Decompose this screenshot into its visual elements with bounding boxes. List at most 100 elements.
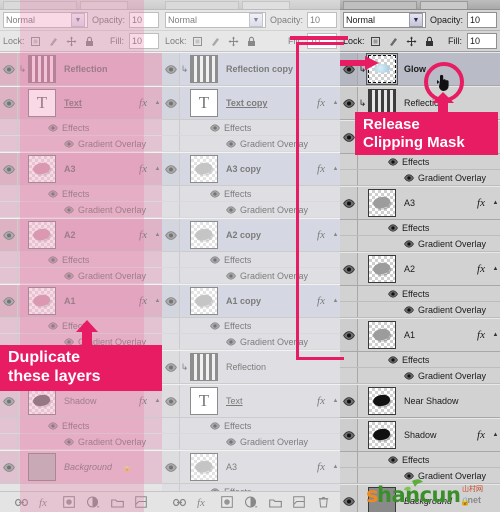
layer-effects-fx-icon[interactable]: fx: [311, 229, 331, 241]
layer-row[interactable]: ↳ Reflection: [0, 52, 162, 86]
layer-visibility-eye-icon[interactable]: [162, 53, 180, 85]
lock-transparency-icon[interactable]: [30, 35, 42, 47]
add-layer-mask-icon[interactable]: [63, 496, 76, 509]
layer-effect-row[interactable]: Gradient Overlay: [0, 136, 162, 152]
layer-row[interactable]: T Text copy fx ▲: [162, 86, 340, 120]
layer-row[interactable]: A3 fx ▲: [340, 186, 500, 220]
layer-effects-group-row[interactable]: Effects: [162, 318, 340, 334]
expand-effects-chevron-icon[interactable]: ▲: [153, 232, 162, 238]
effect-visibility-eye-icon[interactable]: [224, 205, 237, 214]
layer-list-before[interactable]: ↳ Reflection T Text fx ▲ Effects Gradient Overl…: [0, 52, 162, 491]
layer-name[interactable]: A1 copy: [218, 296, 311, 306]
layer-effects-group-row[interactable]: Effects: [340, 286, 500, 302]
effect-visibility-eye-icon[interactable]: [224, 437, 237, 446]
blend-mode-select[interactable]: Normal ▼: [165, 12, 266, 28]
opacity-input[interactable]: 10: [467, 12, 497, 28]
layer-effects-group-row[interactable]: Effects: [0, 120, 162, 136]
expand-effects-chevron-icon[interactable]: ▲: [491, 266, 500, 272]
layer-visibility-eye-icon[interactable]: [340, 485, 358, 512]
layer-name[interactable]: Near Shadow: [396, 396, 471, 406]
new-layer-icon[interactable]: [293, 496, 306, 509]
layer-visibility-eye-icon[interactable]: [162, 451, 180, 483]
layer-name[interactable]: Background: [56, 462, 121, 472]
layer-effects-group-row[interactable]: Effects: [340, 220, 500, 236]
layer-row[interactable]: A2 fx ▲: [0, 218, 162, 252]
layer-effect-row[interactable]: Gradient Overlay: [0, 202, 162, 218]
layer-effects-fx-icon[interactable]: fx: [471, 263, 491, 275]
lock-image-icon[interactable]: [388, 35, 400, 47]
layer-thumbnail[interactable]: [28, 387, 56, 415]
lock-image-icon[interactable]: [210, 35, 222, 47]
layer-visibility-eye-icon[interactable]: [0, 153, 18, 185]
add-layer-mask-icon[interactable]: [221, 496, 234, 509]
effects-visibility-eye-icon[interactable]: [46, 321, 59, 330]
layer-thumbnail[interactable]: T: [190, 387, 218, 415]
layer-thumbnail[interactable]: [190, 287, 218, 315]
layer-thumbnail[interactable]: [28, 55, 56, 83]
layer-visibility-eye-icon[interactable]: [340, 187, 358, 219]
layer-row[interactable]: A3 fx ▲: [162, 450, 340, 484]
layer-effects-fx-icon[interactable]: fx: [133, 97, 153, 109]
expand-effects-chevron-icon[interactable]: ▲: [153, 100, 162, 106]
chevron-down-icon[interactable]: ▼: [408, 13, 423, 27]
tab-chip-channels[interactable]: [242, 1, 290, 9]
effect-visibility-eye-icon[interactable]: [224, 337, 237, 346]
tab-chip-channels[interactable]: [80, 1, 128, 9]
effects-visibility-eye-icon[interactable]: [46, 255, 59, 264]
layer-thumbnail[interactable]: [368, 255, 396, 283]
layer-name[interactable]: A1: [56, 296, 133, 306]
expand-effects-chevron-icon[interactable]: ▲: [331, 166, 340, 172]
layer-effects-group-row[interactable]: Effects: [162, 484, 340, 491]
layer-name[interactable]: A2: [396, 264, 471, 274]
layer-name[interactable]: A3 copy: [218, 164, 311, 174]
expand-effects-chevron-icon[interactable]: ▲: [491, 432, 500, 438]
chevron-down-icon[interactable]: ▼: [248, 13, 263, 27]
layer-visibility-eye-icon[interactable]: [340, 53, 358, 85]
layer-effect-row[interactable]: Gradient Overlay: [162, 434, 340, 450]
effects-visibility-eye-icon[interactable]: [208, 189, 221, 198]
effect-visibility-eye-icon[interactable]: [402, 239, 415, 248]
layer-effect-row[interactable]: Gradient Overlay: [340, 302, 500, 318]
lock-all-icon[interactable]: [246, 35, 258, 47]
layer-name[interactable]: Reflection: [218, 362, 311, 372]
fill-input[interactable]: 10: [129, 33, 159, 49]
layer-name[interactable]: Reflection: [396, 98, 471, 108]
layer-effects-group-row[interactable]: Effects: [0, 252, 162, 268]
layer-effects-group-row[interactable]: Effects: [162, 252, 340, 268]
layer-name[interactable]: A2 copy: [218, 230, 311, 240]
lock-position-icon[interactable]: [406, 35, 418, 47]
layer-name[interactable]: A3: [56, 164, 133, 174]
effects-visibility-eye-icon[interactable]: [386, 355, 399, 364]
layer-effects-group-row[interactable]: Effects: [162, 418, 340, 434]
expand-effects-chevron-icon[interactable]: ▲: [491, 332, 500, 338]
layer-effects-fx-icon[interactable]: fx: [133, 229, 153, 241]
layer-row[interactable]: Near Shadow: [340, 384, 500, 418]
layer-name[interactable]: Shadow: [396, 430, 471, 440]
effects-visibility-eye-icon[interactable]: [386, 289, 399, 298]
layer-name[interactable]: Text: [218, 396, 311, 406]
layer-effects-fx-icon[interactable]: fx: [311, 295, 331, 307]
effects-visibility-eye-icon[interactable]: [208, 123, 221, 132]
layer-thumbnail[interactable]: [28, 221, 56, 249]
layer-list-duplicated[interactable]: ↳ Reflection copy T Text copy fx ▲ Effects Grad…: [162, 52, 340, 491]
new-group-icon[interactable]: [110, 496, 124, 509]
effect-visibility-eye-icon[interactable]: [224, 139, 237, 148]
layer-visibility-eye-icon[interactable]: [162, 385, 180, 417]
layer-effects-group-row[interactable]: Effects: [340, 154, 500, 170]
layer-effect-row[interactable]: Gradient Overlay: [0, 268, 162, 284]
layer-visibility-eye-icon[interactable]: [0, 87, 18, 119]
effects-visibility-eye-icon[interactable]: [208, 487, 221, 491]
layer-visibility-eye-icon[interactable]: [0, 285, 18, 317]
layer-effects-fx-icon[interactable]: fx: [471, 429, 491, 441]
layer-style-fx-icon[interactable]: fx: [39, 496, 52, 509]
effect-visibility-eye-icon[interactable]: [62, 271, 75, 280]
layer-effects-group-row[interactable]: Effects: [162, 186, 340, 202]
effects-visibility-eye-icon[interactable]: [208, 421, 221, 430]
effect-visibility-eye-icon[interactable]: [224, 271, 237, 280]
layer-name[interactable]: A2: [56, 230, 133, 240]
layer-name[interactable]: Shadow: [56, 396, 133, 406]
layer-effects-fx-icon[interactable]: fx: [311, 163, 331, 175]
layer-effects-group-row[interactable]: Effects: [0, 418, 162, 434]
effects-visibility-eye-icon[interactable]: [46, 421, 59, 430]
lock-transparency-icon[interactable]: [192, 35, 204, 47]
